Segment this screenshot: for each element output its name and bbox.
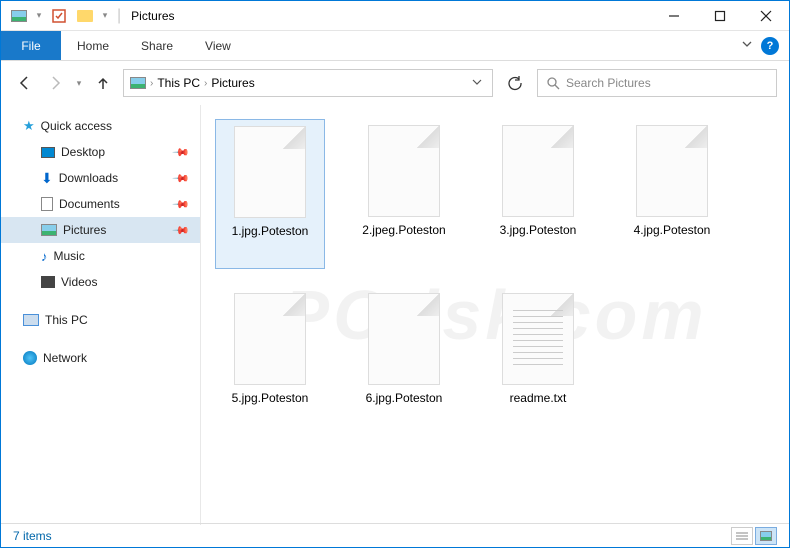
new-folder-icon[interactable] (73, 4, 97, 28)
qat-chevron-icon[interactable]: ▾ (99, 4, 111, 28)
text-file-icon (502, 293, 574, 385)
help-icon[interactable]: ? (761, 37, 779, 55)
file-label: 1.jpg.Poteston (230, 224, 311, 238)
file-item[interactable]: 3.jpg.Poteston (483, 119, 593, 269)
file-item[interactable]: 4.jpg.Poteston (617, 119, 727, 269)
item-count: 7 items (13, 529, 52, 543)
sidebar-item-downloads[interactable]: ⬇ Downloads 📌 (1, 165, 200, 191)
downloads-icon: ⬇ (41, 170, 53, 187)
search-input[interactable]: Search Pictures (537, 69, 777, 97)
documents-icon (41, 197, 53, 211)
videos-icon (41, 276, 55, 288)
forward-button[interactable] (43, 71, 67, 95)
chevron-right-icon[interactable]: › (204, 78, 207, 89)
sidebar-quick-access[interactable]: ★ Quick access (1, 113, 200, 139)
file-icon (234, 126, 306, 218)
address-bar-row: ▾ › This PC › Pictures Search Pictures (1, 61, 789, 105)
network-icon (23, 351, 37, 365)
breadcrumb-current[interactable]: Pictures (211, 76, 254, 90)
address-dropdown-icon[interactable] (468, 76, 486, 90)
pc-icon (23, 314, 39, 326)
title-bar: ▾ ▾ | Pictures (1, 1, 789, 31)
file-label: 4.jpg.Poteston (632, 223, 713, 237)
file-label: 6.jpg.Poteston (364, 391, 445, 405)
file-icon (636, 125, 708, 217)
file-list[interactable]: PCrisk.com 1.jpg.Poteston 2.jpeg.Potesto… (201, 105, 789, 525)
file-item[interactable]: 2.jpeg.Poteston (349, 119, 459, 269)
pin-icon: 📌 (172, 143, 191, 162)
sidebar-item-documents[interactable]: Documents 📌 (1, 191, 200, 217)
expand-ribbon-icon[interactable] (741, 37, 753, 55)
properties-icon[interactable] (47, 4, 71, 28)
navigation-pane: ★ Quick access Desktop 📌 ⬇ Downloads 📌 D… (1, 105, 201, 525)
file-label: 5.jpg.Poteston (230, 391, 311, 405)
window-controls (651, 1, 789, 31)
refresh-button[interactable] (501, 69, 529, 97)
pin-icon: 📌 (172, 221, 191, 240)
file-label: 2.jpeg.Poteston (360, 223, 447, 237)
pin-icon: 📌 (172, 195, 191, 214)
sidebar-item-pictures[interactable]: Pictures 📌 (1, 217, 200, 243)
minimize-button[interactable] (651, 1, 697, 31)
recent-locations-icon[interactable]: ▾ (73, 71, 85, 95)
file-icon (368, 293, 440, 385)
view-toggles (731, 527, 777, 545)
tab-home[interactable]: Home (61, 31, 125, 60)
search-placeholder: Search Pictures (566, 76, 651, 90)
close-button[interactable] (743, 1, 789, 31)
details-view-button[interactable] (731, 527, 753, 545)
chevron-right-icon[interactable]: › (150, 78, 153, 89)
search-icon (546, 76, 560, 90)
tab-file[interactable]: File (1, 31, 61, 60)
nav-arrows: ▾ (13, 71, 115, 95)
sidebar-item-desktop[interactable]: Desktop 📌 (1, 139, 200, 165)
file-item[interactable]: 5.jpg.Poteston (215, 287, 325, 437)
tab-share[interactable]: Share (125, 31, 189, 60)
sidebar-item-videos[interactable]: Videos (1, 269, 200, 295)
file-icon (234, 293, 306, 385)
sidebar-item-music[interactable]: ♪ Music (1, 243, 200, 269)
music-icon: ♪ (41, 249, 48, 264)
back-button[interactable] (13, 71, 37, 95)
location-icon (130, 75, 146, 91)
file-item[interactable]: readme.txt (483, 287, 593, 437)
tab-view[interactable]: View (189, 31, 247, 60)
file-label: readme.txt (508, 391, 569, 405)
sidebar-network[interactable]: Network (1, 345, 200, 371)
file-item[interactable]: 1.jpg.Poteston (215, 119, 325, 269)
status-bar: 7 items (1, 523, 789, 547)
title-separator: | (117, 7, 121, 25)
address-bar[interactable]: › This PC › Pictures (123, 69, 493, 97)
quick-access-toolbar: ▾ ▾ (7, 4, 111, 28)
file-icon (368, 125, 440, 217)
explorer-body: ★ Quick access Desktop 📌 ⬇ Downloads 📌 D… (1, 105, 789, 525)
explorer-icon[interactable] (7, 4, 31, 28)
file-icon (502, 125, 574, 217)
qat-dropdown-icon[interactable]: ▾ (33, 4, 45, 28)
sidebar-this-pc[interactable]: This PC (1, 307, 200, 333)
star-icon: ★ (23, 118, 35, 134)
breadcrumb-root[interactable]: This PC (157, 76, 200, 90)
pictures-icon (41, 224, 57, 236)
maximize-button[interactable] (697, 1, 743, 31)
desktop-icon (41, 147, 55, 158)
thumbnails-view-button[interactable] (755, 527, 777, 545)
file-label: 3.jpg.Poteston (498, 223, 579, 237)
window-title: Pictures (131, 9, 174, 23)
up-button[interactable] (91, 71, 115, 95)
file-item[interactable]: 6.jpg.Poteston (349, 287, 459, 437)
pin-icon: 📌 (172, 169, 191, 188)
ribbon-tabs: File Home Share View ? (1, 31, 789, 61)
